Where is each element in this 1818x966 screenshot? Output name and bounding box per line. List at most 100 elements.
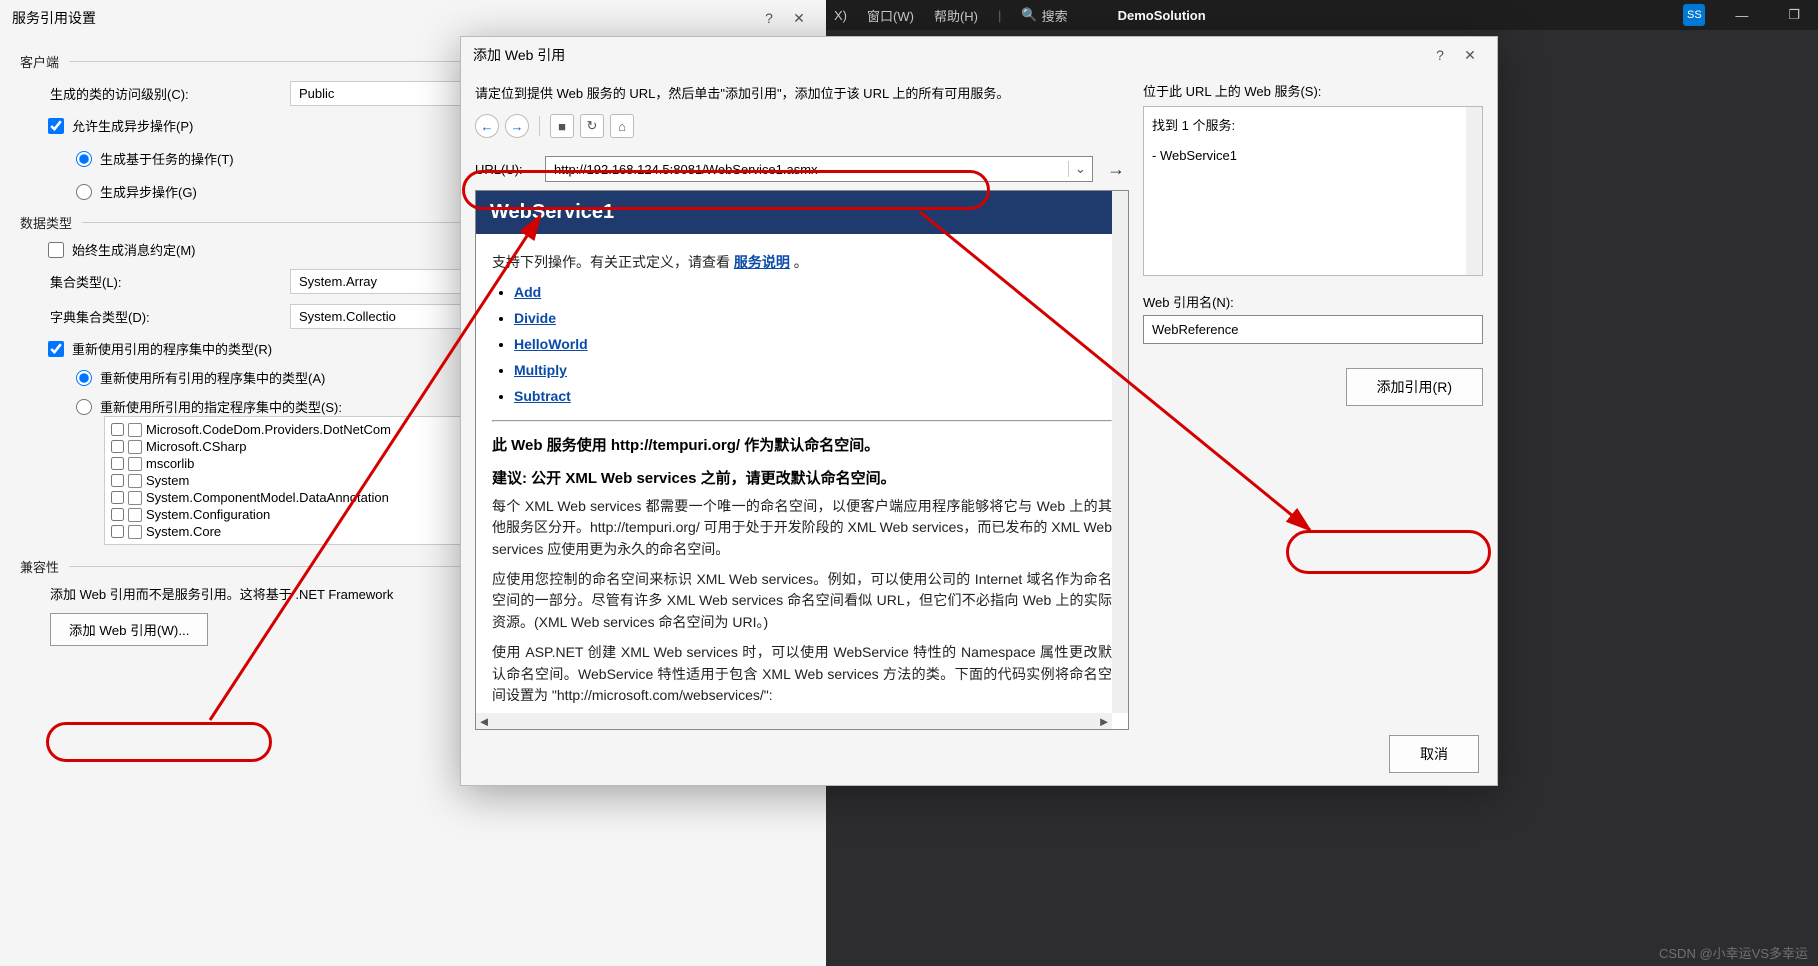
reuse-types-checkbox[interactable]	[48, 341, 64, 357]
asm-name: mscorlib	[146, 456, 194, 471]
cancel-button[interactable]: 取消	[1389, 735, 1479, 773]
solution-name: DemoSolution	[1118, 8, 1206, 23]
menu-item[interactable]: X)	[834, 8, 847, 23]
close-icon[interactable]: ✕	[784, 10, 814, 27]
asm-name: Microsoft.CodeDom.Providers.DotNetCom	[146, 422, 391, 437]
url-combobox[interactable]: ⌄	[545, 156, 1093, 182]
group-compat: 兼容性	[20, 557, 69, 576]
reuse-all-radio[interactable]	[76, 370, 92, 386]
home-icon[interactable]: ⌂	[610, 114, 634, 138]
ops-intro: 支持下列操作。有关正式定义，请查看	[492, 254, 730, 270]
assembly-icon	[128, 423, 142, 437]
asm-name: System	[146, 473, 189, 488]
add-web-reference-dialog: 添加 Web 引用 ? ✕ 请定位到提供 Web 服务的 URL，然后单击"添加…	[460, 36, 1498, 786]
operation-link[interactable]: Subtract	[514, 388, 571, 404]
assembly-icon	[128, 474, 142, 488]
scrollbar-vertical[interactable]	[1466, 107, 1482, 275]
ns-advice: 建议: 公开 XML Web services 之前，请更改默认命名空间。	[492, 467, 1112, 488]
ns-paragraph: 每个 XML Web services 都需要一个唯一的命名空间，以便客户端应用…	[492, 496, 1112, 561]
always-msg-checkbox[interactable]	[48, 242, 64, 258]
browser-nav: ← → ■ ↻ ⌂	[475, 114, 1129, 138]
url-input[interactable]	[546, 162, 1068, 177]
gen-async-label: 生成异步操作(G)	[100, 182, 197, 201]
operation-link[interactable]: HelloWorld	[514, 336, 588, 352]
ref-name-input[interactable]: WebReference	[1143, 315, 1483, 344]
menu-window[interactable]: 窗口(W)	[867, 6, 914, 25]
operations-list: Add Divide HelloWorld Multiply Subtract	[514, 284, 1112, 404]
asm-name: System.ComponentModel.DataAnnotation	[146, 490, 389, 505]
vs-menubar: X) 窗口(W) 帮助(H) | 🔍 搜索 DemoSolution SS — …	[826, 0, 1818, 30]
settings-titlebar: 服务引用设置 ? ✕	[0, 0, 826, 36]
ref-name-label: Web 引用名(N):	[1143, 292, 1483, 311]
stop-icon[interactable]: ■	[550, 114, 574, 138]
task-based-radio[interactable]	[76, 151, 92, 167]
asm-checkbox[interactable]	[111, 474, 124, 487]
found-services-label: 位于此 URL 上的 Web 服务(S):	[1143, 81, 1483, 100]
chevron-down-icon[interactable]: ⌄	[1068, 161, 1092, 177]
asm-name: System.Configuration	[146, 507, 270, 522]
found-count: 找到 1 个服务:	[1152, 115, 1474, 134]
dict-type-label: 字典集合类型(D):	[50, 307, 280, 326]
add-web-reference-button[interactable]: 添加 Web 引用(W)...	[50, 613, 208, 646]
asm-checkbox[interactable]	[111, 457, 124, 470]
asm-checkbox[interactable]	[111, 491, 124, 504]
access-level-label: 生成的类的访问级别(C):	[50, 84, 280, 103]
help-icon[interactable]: ?	[754, 10, 784, 26]
settings-title: 服务引用设置	[12, 8, 96, 28]
assembly-icon	[128, 525, 142, 539]
asm-checkbox[interactable]	[111, 525, 124, 538]
scroll-left-icon[interactable]: ◄	[476, 714, 492, 729]
avatar[interactable]: SS	[1683, 4, 1705, 26]
ns-paragraph: 使用 ASP.NET 创建 XML Web services 时，可以使用 We…	[492, 642, 1112, 707]
ns-heading: 此 Web 服务使用 http://tempuri.org/ 作为默认命名空间。	[492, 434, 1112, 455]
assembly-icon	[128, 457, 142, 471]
reuse-all-label: 重新使用所有引用的程序集中的类型(A)	[100, 368, 325, 387]
asm-checkbox[interactable]	[111, 440, 124, 453]
add-reference-button[interactable]: 添加引用(R)	[1346, 368, 1483, 406]
go-button[interactable]: →	[1103, 159, 1129, 180]
search-box[interactable]: 🔍 搜索	[1021, 6, 1067, 25]
gen-async-radio[interactable]	[76, 184, 92, 200]
webref-titlebar: 添加 Web 引用 ? ✕	[461, 37, 1497, 73]
asm-checkbox[interactable]	[111, 508, 124, 521]
collection-type-label: 集合类型(L):	[50, 272, 280, 291]
menu-help[interactable]: 帮助(H)	[934, 6, 978, 25]
scrollbar-horizontal[interactable]: ◄ ►	[476, 713, 1112, 729]
operation-link[interactable]: Add	[514, 284, 541, 300]
assembly-icon	[128, 508, 142, 522]
restore-icon[interactable]: ❐	[1778, 7, 1810, 23]
reuse-specified-radio[interactable]	[76, 399, 92, 415]
service-description-link[interactable]: 服务说明	[734, 254, 790, 270]
webref-instruction: 请定位到提供 Web 服务的 URL，然后单击"添加引用"，添加位于该 URL …	[475, 83, 1129, 102]
minimize-icon[interactable]: —	[1725, 8, 1758, 23]
asm-name: Microsoft.CSharp	[146, 439, 246, 454]
operation-link[interactable]: Multiply	[514, 362, 567, 378]
reuse-specified-label: 重新使用所引用的指定程序集中的类型(S):	[100, 397, 342, 416]
always-msg-label: 始终生成消息约定(M)	[72, 240, 196, 259]
scrollbar-vertical[interactable]	[1112, 191, 1128, 713]
operation-link[interactable]: Divide	[514, 310, 556, 326]
service-browser[interactable]: WebService1 支持下列操作。有关正式定义，请查看 服务说明 。 Add…	[475, 190, 1129, 730]
url-label: URL(U):	[475, 162, 535, 177]
ws-heading: WebService1	[476, 191, 1128, 234]
assembly-icon	[128, 440, 142, 454]
refresh-icon[interactable]: ↻	[580, 114, 604, 138]
group-client: 客户端	[20, 52, 69, 71]
allow-async-label: 允许生成异步操作(P)	[72, 116, 193, 135]
found-item[interactable]: - WebService1	[1152, 148, 1474, 163]
asm-name: System.Core	[146, 524, 221, 539]
webref-title: 添加 Web 引用	[473, 45, 565, 65]
close-icon[interactable]: ✕	[1455, 47, 1485, 64]
asm-checkbox[interactable]	[111, 423, 124, 436]
reuse-types-label: 重新使用引用的程序集中的类型(R)	[72, 339, 272, 358]
search-icon: 🔍	[1021, 7, 1037, 23]
forward-icon[interactable]: →	[505, 114, 529, 138]
task-based-label: 生成基于任务的操作(T)	[100, 149, 234, 168]
watermark: CSDN @小幸运VS多幸运	[1659, 943, 1808, 962]
back-icon[interactable]: ←	[475, 114, 499, 138]
found-services-list[interactable]: 找到 1 个服务: - WebService1	[1143, 106, 1483, 276]
ns-paragraph: 应使用您控制的命名空间来标识 XML Web services。例如，可以使用公…	[492, 569, 1112, 634]
allow-async-checkbox[interactable]	[48, 118, 64, 134]
help-icon[interactable]: ?	[1425, 47, 1455, 63]
scroll-right-icon[interactable]: ►	[1096, 714, 1112, 729]
